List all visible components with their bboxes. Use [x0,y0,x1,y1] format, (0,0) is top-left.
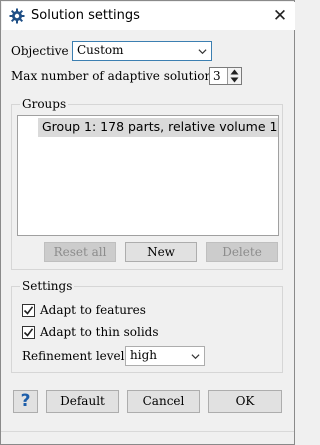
checkmark-icon [23,328,34,337]
reset-all-button[interactable]: Reset all [44,242,116,262]
window-title: Solution settings [31,8,140,23]
refinement-value: high [130,348,157,362]
spin-up-icon[interactable] [230,69,239,75]
ok-button[interactable]: OK [208,390,282,413]
adapt-features-checkbox[interactable] [22,304,35,317]
bottom-divider [1,431,294,432]
delete-button[interactable]: Delete [206,242,278,262]
objective-select[interactable]: Custom [72,41,212,61]
groups-list[interactable]: Group 1: 178 parts, relative volume 1... [17,115,279,236]
checkmark-icon [23,306,34,315]
settings-panel: Settings Adapt to features Adapt to thin… [11,279,283,373]
adapt-thin-label: Adapt to thin solids [40,325,159,339]
title-bar[interactable]: Solution settings ✕ [2,2,295,30]
objective-label: Objective [11,44,69,58]
chevron-down-icon [191,354,200,360]
list-item[interactable]: Group 1: 178 parts, relative volume 1... [38,118,278,137]
close-icon[interactable]: ✕ [268,5,292,27]
gear-icon [9,8,25,24]
adapt-features-label: Adapt to features [40,303,146,317]
chevron-down-icon [198,49,207,55]
refinement-select[interactable]: high [125,346,205,366]
objective-value: Custom [77,43,124,57]
adapt-thin-checkbox[interactable] [22,326,35,339]
new-button[interactable]: New [125,242,197,262]
adaptive-label: Max number of adaptive solutions [11,69,219,83]
spinner-buttons [227,68,241,84]
refinement-label: Refinement level [22,349,125,363]
dialog-window: Solution settings ✕ Objective Custom Max… [0,0,295,445]
groups-panel: Groups Group 1: 178 parts, relative volu… [11,97,283,270]
adaptive-spinner[interactable]: 3 [209,67,242,85]
spin-down-icon[interactable] [230,77,239,83]
default-button[interactable]: Default [46,390,119,413]
groups-title: Groups [20,97,69,111]
adaptive-value: 3 [213,69,221,83]
cancel-button[interactable]: Cancel [127,390,200,413]
settings-title: Settings [20,279,75,293]
help-button[interactable]: ? [13,390,38,413]
